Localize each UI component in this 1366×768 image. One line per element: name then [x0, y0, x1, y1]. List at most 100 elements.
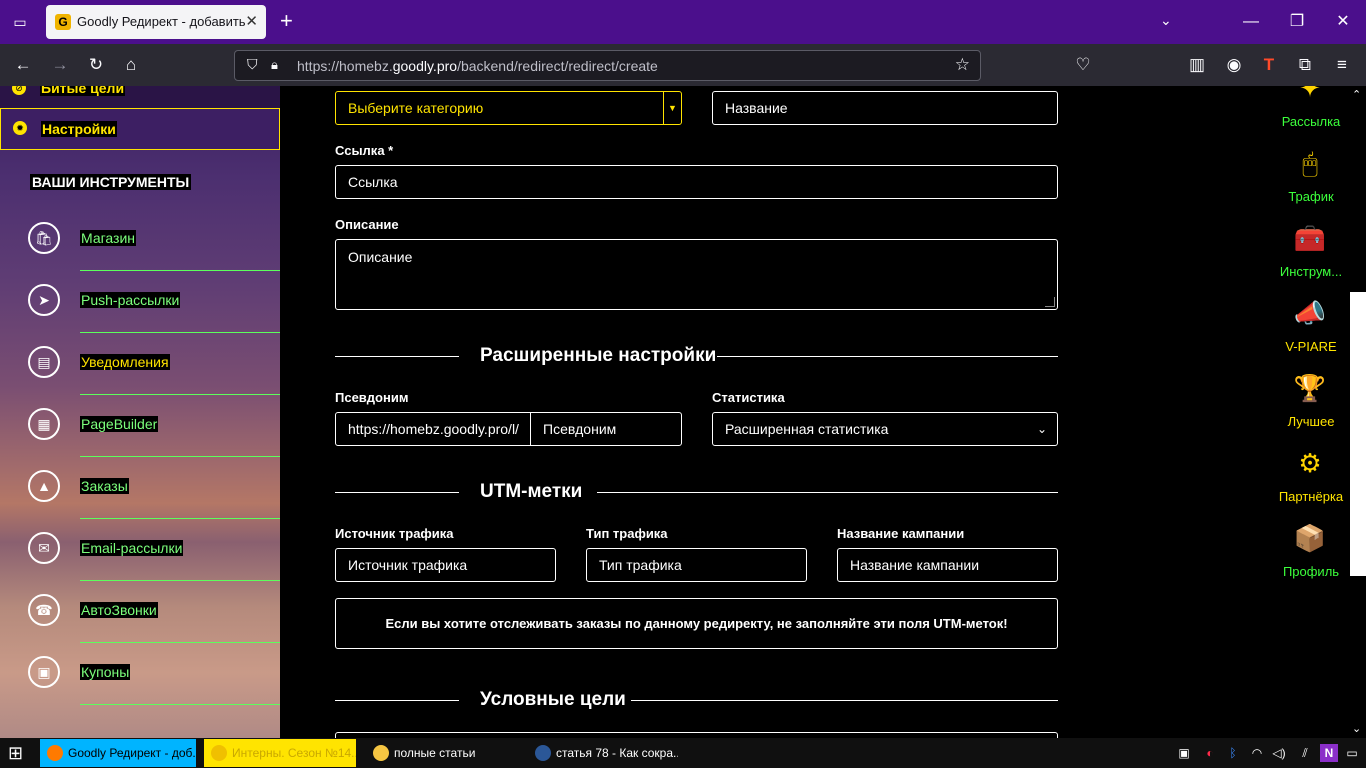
shield-icon[interactable]: ⛉ [247, 56, 258, 73]
account-icon[interactable]: ◉ [1223, 54, 1245, 76]
right-tool-5[interactable]: ⚙ Партнёрка [1270, 447, 1352, 517]
sidebar-tool-item[interactable]: ➤ Push-рассылки [0, 278, 280, 340]
forward-arrow-icon[interactable]: → [49, 54, 71, 76]
tray-n-icon[interactable]: N [1320, 744, 1338, 762]
stats-select-value: Расширенная статистика [725, 421, 889, 437]
sidebar-item-broken-goals[interactable]: Битые цели [40, 86, 126, 96]
browser-tab-active[interactable]: G Goodly Редирект - добавить ✕ [46, 5, 266, 39]
source-label: Источник трафика [335, 526, 454, 541]
tray-app-icon[interactable]: ◐ [1201, 744, 1219, 762]
taskbar-item[interactable]: полные статьи [366, 739, 518, 767]
taskbar-item[interactable]: Интерны. Сезон №14... [204, 739, 356, 767]
right-tool-1[interactable]: 🖱 Трафик [1270, 147, 1352, 217]
extensions-puzzle-icon[interactable]: ⧉ [1294, 54, 1316, 76]
stats-select[interactable]: Расширенная статистика ⌄ [712, 412, 1058, 446]
back-arrow-icon[interactable]: ← [12, 54, 34, 76]
gear-icon: ⚙ [1298, 448, 1322, 478]
sidebar-tool-item[interactable]: ▣ Купоны [0, 650, 280, 712]
lock-icon[interactable]: 🔒︎ [271, 57, 278, 73]
right-tool-2[interactable]: 🧰 Инструм... [1270, 222, 1352, 292]
scrollbar-thumb[interactable] [1350, 292, 1366, 576]
new-tab-icon[interactable]: + [280, 10, 293, 32]
toolbox-icon: 🧰 [1293, 223, 1327, 253]
tab-title: Goodly Редирект - добавить [77, 14, 246, 29]
tabs-overflow-chevron-icon[interactable]: ⌄ [1160, 12, 1172, 29]
sidebar-tool-item[interactable]: ▲ Заказы [0, 464, 280, 526]
sidebar-tool-item[interactable]: ☎ АвтоЗвонки [0, 588, 280, 650]
url-prefix: https://homebz. [297, 58, 393, 74]
tab-close-icon[interactable]: ✕ [245, 12, 258, 30]
shopping-bag-icon: 🛍 [28, 222, 60, 254]
taskbar-item[interactable]: статья 78 - Как сокра... [528, 739, 678, 767]
resize-grip-icon[interactable] [1045, 297, 1055, 307]
right-tool-6[interactable]: 📦 Профиль [1270, 522, 1352, 592]
restore-icon[interactable]: ❐ [1274, 10, 1320, 34]
home-icon[interactable]: ⌂ [120, 54, 142, 76]
right-tool-0[interactable]: ✦ Рассылка [1270, 86, 1352, 142]
tray-tool-icon[interactable]: ⫽ [1296, 744, 1314, 762]
coupon-icon: ▣ [28, 656, 60, 688]
scroll-up-icon[interactable]: ⌃ [1352, 88, 1361, 101]
sidebar-tool-label: Магазин [80, 230, 137, 246]
reload-icon[interactable]: ↻ [85, 54, 107, 76]
name-input[interactable]: Название [712, 91, 1058, 125]
sidebar-tool-item[interactable]: ▦ PageBuilder [0, 402, 280, 464]
media-player-icon [211, 745, 227, 761]
link-label: Ссылка * [335, 143, 394, 158]
campaign-input[interactable]: Название кампании [837, 548, 1058, 582]
profile-box-icon: 📦 [1293, 523, 1327, 553]
sidebar-tool-divider [80, 642, 280, 643]
goals-divider-right [631, 700, 1058, 701]
minimize-icon[interactable]: — [1228, 10, 1274, 34]
browser-nav-bar: ← → ↻ ⌂ ⛉ 🔒︎ https://homebz.goodly.pro/b… [0, 44, 1366, 86]
reader-view-icon[interactable]: ▥ [1186, 54, 1208, 76]
broken-goals-icon: ⊘ [12, 86, 26, 95]
firefox-icon [47, 745, 63, 761]
page-builder-icon: ▦ [28, 408, 60, 440]
megaphone-icon: 📣 [1293, 298, 1327, 328]
stats-label: Статистика [712, 390, 785, 405]
chart-icon: ▲ [28, 470, 60, 502]
right-tool-label: Лучшее [1287, 414, 1335, 429]
link-input[interactable]: Ссылка [335, 165, 1058, 199]
type-input[interactable]: Тип трафика [586, 548, 807, 582]
windows-start-icon[interactable]: ⊞ [8, 743, 28, 763]
wifi-icon[interactable]: ◠ [1248, 744, 1266, 762]
bookmark-star-icon[interactable]: ☆ [955, 55, 970, 75]
url-bar[interactable]: ⛉ 🔒︎ https://homebz.goodly.pro/backend/r… [234, 50, 981, 81]
right-tool-3[interactable]: 📣 V-PIARE [1270, 297, 1352, 367]
menu-hamburger-icon[interactable]: ≡ [1331, 54, 1353, 76]
volume-icon[interactable]: ◁) [1270, 744, 1288, 762]
utm-title: UTM-метки [480, 481, 583, 502]
notifications-icon[interactable]: ▭ [1343, 744, 1361, 762]
type-label: Тип трафика [586, 526, 668, 541]
category-select[interactable]: Выберите категорию ▼ [335, 91, 682, 125]
right-tool-label: Рассылка [1281, 114, 1341, 129]
scroll-down-icon[interactable]: ⌄ [1352, 722, 1361, 735]
sidebar-tool-item[interactable]: 🛍 Магазин [0, 216, 280, 278]
right-tool-4[interactable]: 🏆 Лучшее [1270, 372, 1352, 442]
tray-monitor-icon[interactable]: ▣ [1175, 744, 1193, 762]
tab-list-icon[interactable]: ▭ [10, 12, 30, 32]
pocket-icon[interactable]: ♡ [1072, 54, 1094, 76]
alias-input[interactable]: Псевдоним [530, 412, 682, 446]
source-input[interactable]: Источник трафика [335, 548, 556, 582]
sidebar-tool-label: Уведомления [80, 354, 170, 370]
bluetooth-icon[interactable]: ᛒ [1224, 744, 1242, 762]
right-tool-label: Трафик [1288, 189, 1334, 204]
sidebar-tool-label: PageBuilder [80, 416, 159, 432]
extension-t-icon[interactable]: T [1258, 54, 1280, 76]
url-text[interactable]: https://homebz.goodly.pro/backend/redire… [297, 58, 658, 74]
description-textarea[interactable]: Описание [335, 239, 1058, 310]
taskbar-item[interactable]: Goodly Редирект - доб... [40, 739, 196, 767]
mailing-icon: ✦ [1299, 86, 1321, 103]
sidebar-tool-item[interactable]: ▤ Уведомления [0, 340, 280, 402]
url-domain: goodly.pro [392, 58, 458, 74]
browser-tab-bar: ▭ G Goodly Редирект - добавить ✕ + ⌄ — ❐… [0, 0, 1366, 44]
dropdown-arrow-icon[interactable]: ▼ [663, 92, 681, 124]
envelope-icon: ✉ [28, 532, 60, 564]
sidebar-tool-label: Push-рассылки [80, 292, 181, 308]
sidebar-tool-item[interactable]: ✉ Email-рассылки [0, 526, 280, 588]
window-close-icon[interactable]: ✕ [1320, 10, 1366, 34]
sidebar-item-settings[interactable]: ✹ Настройки [0, 108, 280, 150]
